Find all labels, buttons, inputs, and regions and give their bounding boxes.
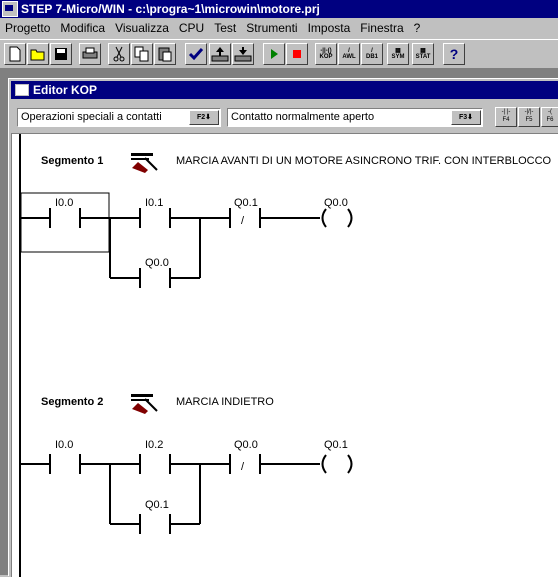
coil-button[interactable]: -(F6	[541, 107, 558, 127]
contact-I0.0[interactable]: I0.0	[49, 197, 81, 228]
compile-button[interactable]	[185, 43, 207, 65]
stat-button[interactable]: ▦ STAT	[412, 43, 434, 65]
paste-icon	[158, 47, 172, 62]
stat-label: STAT	[415, 54, 431, 60]
menu-strumenti[interactable]: Strumenti	[241, 21, 302, 35]
arrow-down-icon: ⬇	[205, 114, 212, 121]
contact-address: I0.0	[55, 439, 73, 451]
checkmark-icon	[188, 48, 204, 61]
stop-button[interactable]	[286, 43, 308, 65]
contact-address: I0.2	[145, 439, 163, 451]
awl-button[interactable]: / AWL	[338, 43, 360, 65]
paste-button[interactable]	[154, 43, 176, 65]
stop-icon	[293, 50, 301, 58]
menu-progetto[interactable]: Progetto	[0, 21, 55, 35]
contact-I0.0[interactable]: I0.0	[49, 439, 81, 474]
toolbar: -||-() KOP / AWL / DB1 ▦ SYM ▦ STAT ?	[0, 39, 558, 69]
sym-button[interactable]: ▦ SYM	[387, 43, 409, 65]
contact-nc-icon: -|/|-	[524, 109, 534, 115]
instruction-select[interactable]: Contatto normalmente aperto F3⬇	[227, 108, 483, 127]
ladder-editor[interactable]: Segmento 1 MARCIA AVANTI DI UN MOTORE AS…	[11, 133, 558, 577]
editor-titlebar[interactable]: Editor KOP	[11, 81, 558, 99]
printer-icon	[82, 47, 98, 59]
contact-I0.2[interactable]: I0.2	[139, 439, 171, 474]
save-icon	[55, 48, 67, 60]
editor-window: Editor KOP Operazioni speciali a contatt…	[8, 78, 558, 577]
contact-address: I0.0	[55, 197, 73, 209]
contact-nc-button[interactable]: -|/|- F5	[518, 107, 540, 127]
menu-modifica[interactable]: Modifica	[55, 21, 110, 35]
instruction-group-dropdown-button[interactable]: F2⬇	[189, 110, 219, 125]
contact-address: I0.1	[145, 197, 163, 209]
menu-cpu[interactable]: CPU	[174, 21, 209, 35]
awl-label: AWL	[342, 54, 356, 60]
contact-Q0.0[interactable]: Q0.0	[139, 257, 171, 288]
ladder-diagram: Segmento 1 MARCIA AVANTI DI UN MOTORE AS…	[19, 134, 552, 577]
contact-address: Q0.1	[145, 499, 169, 511]
menu-finestra[interactable]: Finestra	[355, 21, 408, 35]
segment-2-label: Segmento 2	[41, 396, 103, 408]
upload-icon	[211, 47, 229, 62]
download-button[interactable]	[232, 43, 254, 65]
segment-1-label: Segmento 1	[41, 155, 103, 167]
menu-test[interactable]: Test	[209, 21, 241, 35]
open-button[interactable]	[27, 43, 49, 65]
contact-address: Q0.1	[234, 197, 258, 209]
nc-slash-icon: /	[241, 215, 245, 227]
instruction-group-value: Operazioni speciali a contatti	[21, 111, 162, 123]
kop-button[interactable]: -||-() KOP	[315, 43, 337, 65]
contact-nc-Q0.0[interactable]: / Q0.0	[229, 439, 261, 474]
contact-address: Q0.0	[234, 439, 258, 451]
coil-Q0.1[interactable]: Q0.1	[321, 439, 353, 474]
editor-window-icon	[15, 84, 29, 96]
run-button[interactable]	[263, 43, 285, 65]
save-button[interactable]	[50, 43, 72, 65]
contact-no-icon: -| |-	[501, 109, 511, 115]
upload-button[interactable]	[209, 43, 231, 65]
db1-label: DB1	[365, 54, 378, 60]
contact-nc-Q0.1[interactable]: / Q0.1	[229, 197, 261, 228]
print-button[interactable]	[79, 43, 101, 65]
contact-Q0.1[interactable]: Q0.1	[139, 499, 171, 534]
editor-title: Editor KOP	[33, 83, 98, 97]
segment-1-comment: MARCIA AVANTI DI UN MOTORE ASINCRONO TRI…	[176, 155, 552, 167]
play-icon	[271, 49, 278, 59]
help-button[interactable]: ?	[443, 43, 465, 65]
sym-label: SYM	[391, 54, 405, 60]
db1-button[interactable]: / DB1	[361, 43, 383, 65]
help-icon: ?	[449, 46, 459, 62]
coil-Q0.0[interactable]: Q0.0	[321, 197, 353, 228]
menu-help[interactable]: ?	[409, 21, 426, 35]
cut-button[interactable]	[108, 43, 130, 65]
instruction-dropdown-button[interactable]: F3⬇	[451, 110, 481, 125]
arrow-down-icon: ⬇	[467, 114, 474, 121]
kop-label: KOP	[319, 54, 333, 60]
open-folder-icon	[30, 49, 45, 61]
contact-address: Q0.0	[145, 257, 169, 269]
coil-icon: -(	[548, 109, 552, 115]
segment-2-comment-icon[interactable]	[131, 394, 158, 414]
copy-button[interactable]	[131, 43, 153, 65]
new-file-icon	[9, 46, 21, 62]
instruction-group-select[interactable]: Operazioni speciali a contatti F2⬇	[17, 108, 221, 127]
app-icon	[2, 1, 18, 17]
contact-I0.1[interactable]: I0.1	[139, 197, 171, 228]
menu-bar: Progetto Modifica Visualizza CPU Test St…	[0, 18, 558, 38]
app-title: STEP 7-Micro/WIN - c:\progra~1\microwin\…	[21, 2, 320, 16]
new-button[interactable]	[4, 43, 26, 65]
coil-address: Q0.1	[324, 439, 348, 451]
menu-imposta[interactable]: Imposta	[303, 21, 356, 35]
contact-no-button[interactable]: -| |- F4	[495, 107, 517, 127]
download-icon	[234, 47, 252, 62]
coil-address: Q0.0	[324, 197, 348, 209]
instruction-value: Contatto normalmente aperto	[231, 111, 375, 123]
nc-slash-icon: /	[241, 461, 245, 473]
segment-1-comment-icon[interactable]	[131, 153, 158, 173]
segment-2-comment: MARCIA INDIETRO	[176, 396, 274, 408]
menu-visualizza[interactable]: Visualizza	[110, 21, 174, 35]
app-titlebar: STEP 7-Micro/WIN - c:\progra~1\microwin\…	[0, 0, 558, 18]
copy-icon	[134, 46, 149, 62]
scissors-icon	[113, 46, 125, 62]
